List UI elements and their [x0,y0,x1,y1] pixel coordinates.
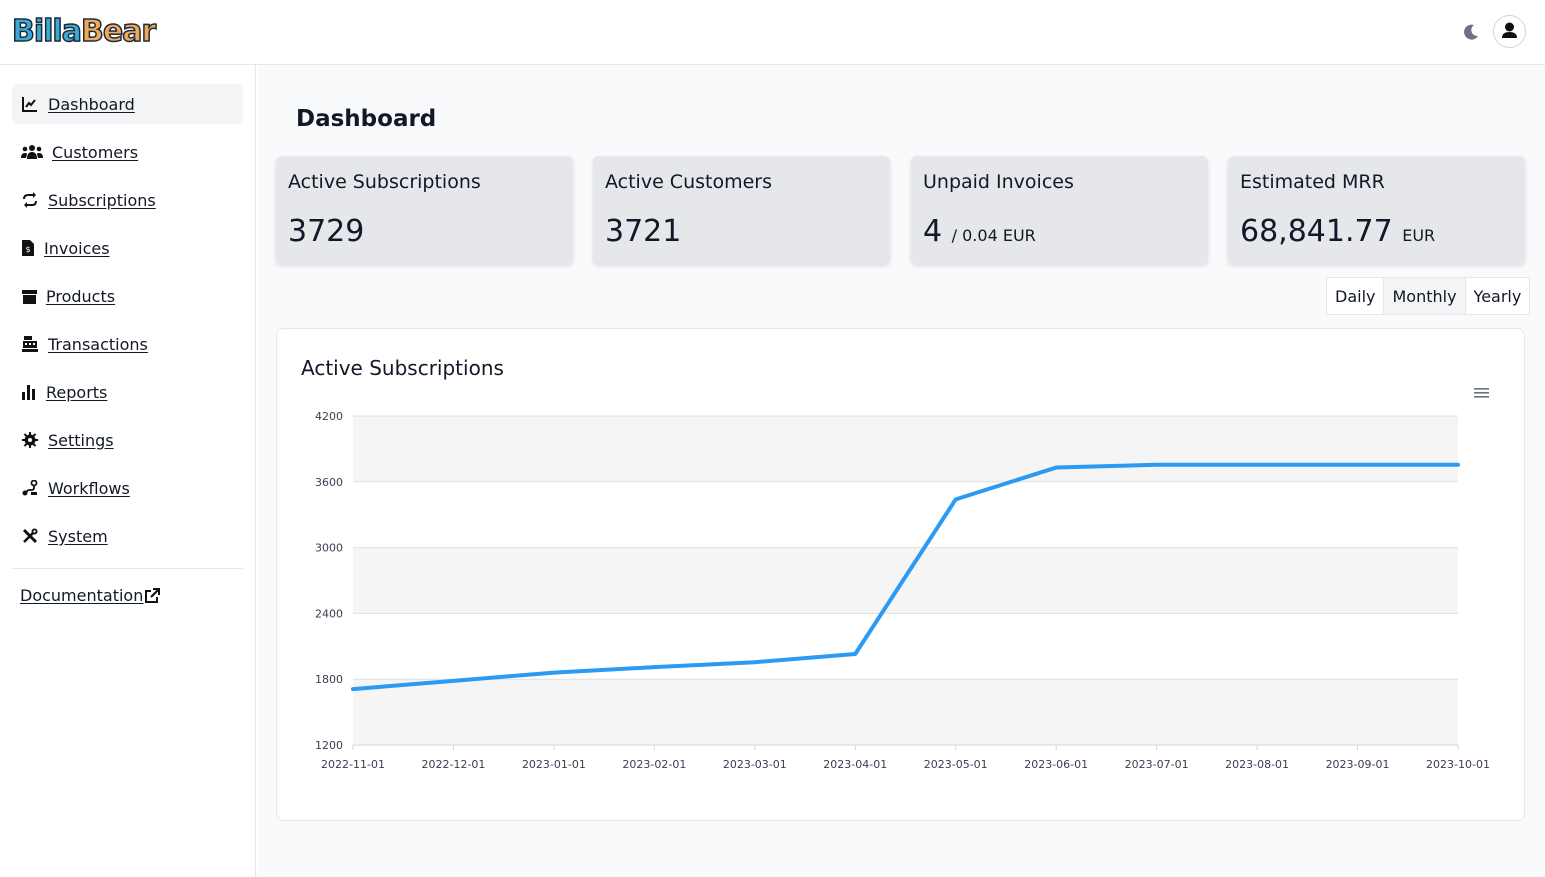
sidebar-item-label: System [48,526,108,546]
sidebar-item-label: Dashboard [48,94,135,114]
sidebar-item-system[interactable]: System [12,516,243,556]
tools-icon [20,526,40,546]
sidebar-item-workflows[interactable]: Workflows [12,468,243,508]
stat-title: Active Subscriptions [288,171,481,193]
stat-title: Unpaid Invoices [923,171,1074,193]
sidebar-item-settings[interactable]: Settings [12,420,243,460]
stat-card-unpaid-invoices: Unpaid Invoices 4 / 0.04 EUR [911,156,1208,264]
sidebar-item-label: Workflows [48,478,130,498]
x-tick-label: 2022-12-01 [421,758,485,771]
y-tick-label: 1200 [315,739,343,752]
invoice-icon: $ [20,238,36,258]
sidebar-item-transactions[interactable]: Transactions [12,324,243,364]
cash-register-icon [20,334,40,354]
user-avatar-button[interactable] [1493,15,1526,48]
logo-text-part1: Billa [11,13,82,50]
sidebar-item-invoices[interactable]: $ Invoices [12,228,243,268]
y-tick-label: 3600 [315,476,343,489]
stat-number: 68,841.77 [1240,214,1393,249]
x-tick-label: 2023-08-01 [1225,758,1289,771]
sidebar-item-reports[interactable]: Reports [12,372,243,412]
stat-card-active-customers: Active Customers 3721 [593,156,890,264]
sidebar-item-label: Invoices [44,238,110,258]
workflow-icon [20,478,40,498]
x-tick-label: 2023-10-01 [1426,758,1490,771]
stat-card-estimated-mrr: Estimated MRR 68,841.77 EUR [1228,156,1525,264]
period-daily-button[interactable]: Daily [1327,278,1385,314]
stat-number: 4 [923,214,943,249]
external-link-icon [144,587,161,604]
period-yearly-button[interactable]: Yearly [1466,278,1530,314]
line-chart: 1200 1800 2400 3000 3600 4200 2022-11-01 2022-1… [315,410,1490,771]
menu-icon[interactable] [1473,385,1491,401]
stat-title: Estimated MRR [1240,171,1385,193]
x-tick-label: 2023-03-01 [723,758,787,771]
gear-icon [20,430,40,450]
logo-text-part2: Bear [80,13,157,50]
stat-value: 3729 [288,214,364,249]
x-tick-label: 2023-02-01 [622,758,686,771]
page-title: Dashboard [296,106,437,132]
stat-title: Active Customers [605,171,773,193]
sidebar-item-customers[interactable]: Customers [12,132,243,172]
grid-band [353,679,1458,745]
sidebar: Dashboard Customers Subscriptions $ Invo… [0,65,256,877]
grid-band [353,547,1458,614]
stat-unit: / 0.04 EUR [951,226,1036,245]
sidebar-item-dashboard[interactable]: Dashboard [12,84,243,124]
moon-icon[interactable] [1461,22,1481,42]
top-bar: BillaBear [0,0,1545,65]
y-tick-label: 1800 [315,673,343,686]
x-tick-label: 2023-01-01 [522,758,586,771]
x-tick-label: 2023-09-01 [1326,758,1390,771]
x-tick-label: 2023-07-01 [1125,758,1189,771]
period-toggle: Daily Monthly Yearly [1326,277,1531,315]
x-tick-label: 2023-06-01 [1024,758,1088,771]
stat-number: 3729 [288,214,365,249]
sidebar-item-label: Settings [48,430,114,450]
box-icon [20,286,38,306]
sidebar-item-label: Customers [52,142,139,162]
x-tick-label: 2023-04-01 [823,758,887,771]
stat-value: 68,841.77 EUR [1240,214,1435,249]
y-tick-label: 3000 [315,542,343,555]
x-tick-label: 2022-11-01 [321,758,385,771]
main-content: Dashboard Active Subscriptions 3729 Acti… [257,65,1545,877]
period-monthly-button[interactable]: Monthly [1384,278,1466,314]
chart-line-icon [20,94,40,114]
sidebar-divider [12,568,243,569]
chart-title: Active Subscriptions [301,356,504,380]
sidebar-item-products[interactable]: Products [12,276,243,316]
documentation-link[interactable]: Documentation [20,586,161,605]
y-tick-label: 4200 [315,410,343,423]
sidebar-item-subscriptions[interactable]: Subscriptions [12,180,243,220]
bar-chart-icon [20,382,38,402]
documentation-label: Documentation [20,586,144,605]
stat-unit: EUR [1402,226,1436,245]
sidebar-item-label: Subscriptions [48,190,156,210]
chart-card: 1200 1800 2400 3000 3600 4200 2022-11-01 2022-1… [276,328,1525,821]
stat-value: 4 / 0.04 EUR [923,214,1036,249]
sidebar-item-label: Transactions [48,334,148,354]
x-tick-label: 2023-05-01 [924,758,988,771]
stat-card-active-subscriptions: Active Subscriptions 3729 [276,156,573,264]
y-tick-label: 2400 [315,607,343,620]
sidebar-item-label: Products [46,286,116,306]
users-icon [20,142,44,162]
repeat-icon [20,190,40,210]
user-icon [1502,22,1517,38]
svg-text:$: $ [25,245,30,254]
grid-band [353,416,1458,482]
sidebar-item-label: Reports [46,382,108,402]
stat-number: 3721 [605,214,682,249]
stat-value: 3721 [605,214,681,249]
billabear-logo[interactable]: BillaBear [11,13,157,50]
